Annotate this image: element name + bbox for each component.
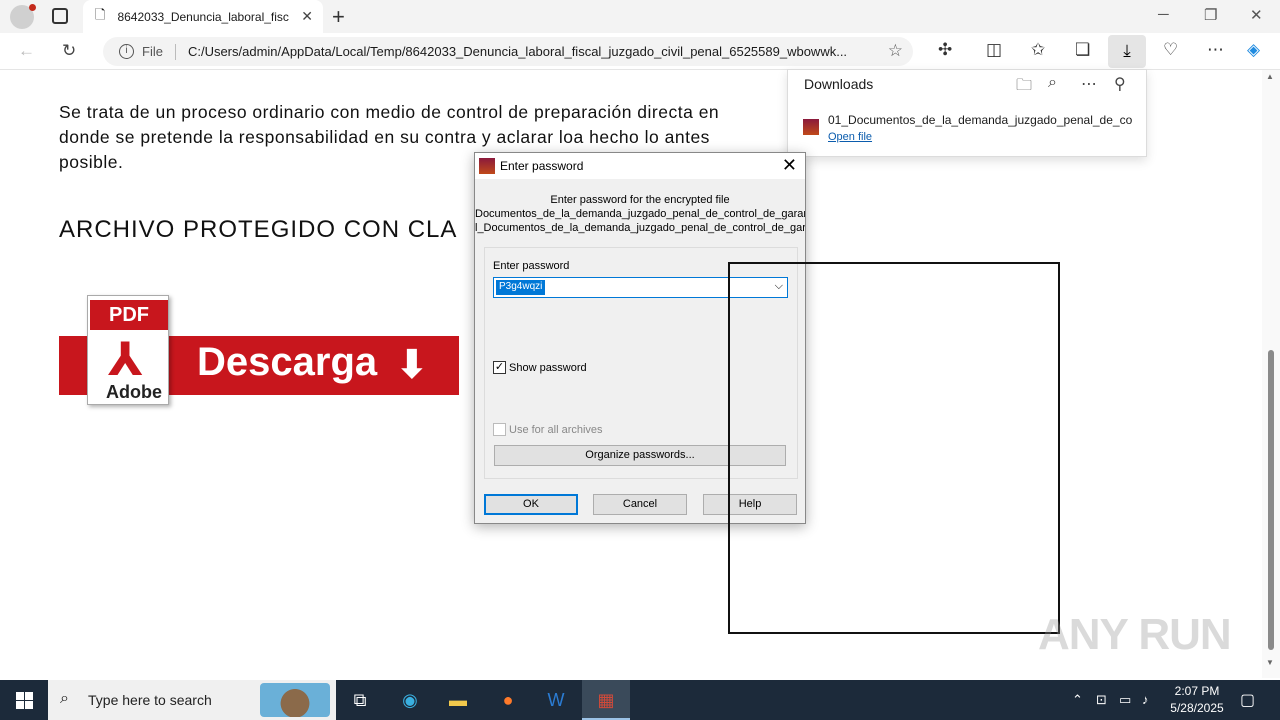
pdf-tag: PDF	[90, 300, 168, 330]
downloads-button[interactable]: ⤓	[1108, 35, 1146, 68]
search-highlight-image	[260, 683, 330, 717]
refresh-icon[interactable]: ↻	[62, 41, 76, 61]
open-folder-icon[interactable]: 🗀	[1016, 74, 1032, 101]
overlay-rectangle	[728, 262, 1060, 634]
adobe-label: Adobe	[106, 382, 162, 402]
show-password-label: Show password	[509, 362, 587, 374]
taskbar-clock[interactable]: 2:07 PM 5/28/2025	[1162, 683, 1232, 717]
info-icon[interactable]: i	[119, 44, 134, 59]
page-heading: ARCHIVO PROTEGIDO CON CLA	[59, 216, 458, 243]
address-bar[interactable]: i File C:/Users/admin/AppData/Local/Temp…	[103, 37, 913, 66]
file-explorer-icon[interactable]: ▬	[434, 680, 482, 720]
notifications-icon[interactable]: ▢	[1240, 690, 1255, 710]
download-label: Descarga	[197, 340, 378, 384]
address-prefix: File	[142, 44, 163, 59]
taskbar: ⌕ Type here to search ⧉ ◉ ▬ ● W ▦ ⌃ ⊡ ▭ …	[0, 680, 1280, 720]
close-tab-icon[interactable]: ✕	[301, 8, 313, 25]
word-icon[interactable]: W	[532, 680, 580, 720]
split-screen-icon[interactable]: ◫	[986, 40, 1002, 60]
search-icon: ⌕	[60, 690, 69, 707]
more-menu-icon[interactable]: ⋯	[1207, 40, 1224, 60]
download-icon: ⤓	[1123, 41, 1131, 60]
show-password-checkbox[interactable]: ✓	[493, 361, 506, 374]
search-placeholder: Type here to search	[88, 692, 212, 708]
tab-actions-icon[interactable]	[52, 8, 68, 24]
edge-icon[interactable]: ◉	[386, 680, 434, 720]
browser-tab[interactable]: 🗋 8642033_Denuncia_laboral_fiscal_ ✕	[83, 0, 323, 33]
scrollbar-thumb[interactable]	[1268, 350, 1274, 650]
performance-icon[interactable]: ♡	[1163, 40, 1178, 60]
scroll-up-icon[interactable]: ▲	[1266, 72, 1274, 81]
address-separator	[174, 43, 176, 60]
winrar-taskbar-icon[interactable]: ▦	[582, 680, 630, 720]
message-line-1: Enter password for the encrypted file	[550, 194, 730, 206]
chevron-up-icon[interactable]: ⌃	[1072, 692, 1083, 708]
collections-icon[interactable]: ❏	[1075, 40, 1090, 60]
clock-time: 2:07 PM	[1174, 684, 1220, 698]
message-line-2: Documentos_de_la_demanda_juzgado_penal_d…	[475, 208, 805, 220]
winrar-icon	[479, 158, 495, 174]
downloads-title: Downloads	[804, 76, 874, 92]
dialog-message: Enter password for the encrypted file Do…	[475, 193, 805, 235]
pin-icon[interactable]: ⚲	[1114, 74, 1126, 94]
back-icon[interactable]: ←	[18, 41, 35, 61]
search-downloads-icon[interactable]: ⌕	[1048, 74, 1057, 92]
watermark: ANY RUN	[1038, 610, 1232, 659]
message-line-3: l_Documentos_de_la_demanda_juzgado_penal…	[475, 222, 805, 234]
windows-logo-icon	[16, 701, 24, 709]
extensions-icon[interactable]: ✣	[938, 40, 952, 60]
restore-icon[interactable]: ❐	[1204, 6, 1217, 24]
task-view-icon[interactable]: ⧉	[336, 680, 384, 720]
windows-logo-icon	[25, 701, 33, 709]
open-file-link[interactable]: Open file	[828, 131, 872, 143]
downloads-more-icon[interactable]: ⋯	[1081, 74, 1097, 94]
cancel-button[interactable]: Cancel	[593, 494, 687, 515]
minimize-icon[interactable]: ─	[1158, 6, 1169, 23]
network-icon[interactable]: ▭	[1119, 692, 1131, 708]
ok-button[interactable]: OK	[484, 494, 578, 515]
clock-date: 5/28/2025	[1170, 701, 1224, 715]
address-url[interactable]: C:/Users/admin/AppData/Local/Temp/864203…	[188, 44, 878, 59]
window-close-icon[interactable]: ✕	[1250, 6, 1263, 24]
favorites-icon[interactable]: ✩	[1031, 40, 1045, 60]
meet-now-icon[interactable]: ⊡	[1096, 692, 1107, 708]
browser-titlebar: 🗋 8642033_Denuncia_laboral_fiscal_ ✕ + ─…	[0, 0, 1280, 33]
adobe-logo-icon: ⅄	[108, 333, 143, 385]
dialog-title: Enter password	[500, 159, 584, 173]
downloads-panel: Downloads 🗀 ⌕ ⋯ ⚲ 01_Documentos_de_la_de…	[787, 69, 1147, 157]
windows-logo-icon	[16, 692, 24, 700]
password-value: P3g4wqzi	[496, 280, 546, 295]
download-banner[interactable]: PDF ⅄ Adobe Descarga ⬇	[59, 292, 459, 407]
use-for-all-label: Use for all archives	[509, 424, 603, 436]
page-scrollbar[interactable]: ▲ ▼	[1262, 70, 1280, 678]
firefox-icon[interactable]: ●	[484, 680, 532, 720]
taskbar-search[interactable]: ⌕ Type here to search	[48, 680, 336, 720]
new-tab-icon[interactable]: +	[332, 4, 345, 30]
dialog-titlebar[interactable]: Enter password ✕	[475, 153, 805, 179]
favorite-star-icon[interactable]: ☆	[888, 41, 903, 61]
use-for-all-checkbox[interactable]	[493, 423, 506, 436]
dialog-close-icon[interactable]: ✕	[782, 155, 797, 176]
download-file-name[interactable]: 01_Documentos_de_la_demanda_juzgado_pena…	[828, 113, 1133, 127]
tab-title: 8642033_Denuncia_laboral_fiscal_	[117, 9, 290, 24]
address-toolbar: ← ↻ i File C:/Users/admin/AppData/Local/…	[0, 33, 1280, 70]
archive-file-icon	[803, 119, 819, 135]
pdf-document-icon: PDF ⅄ Adobe	[87, 295, 169, 405]
windows-logo-icon	[25, 692, 33, 700]
page-icon: 🗋	[95, 6, 106, 22]
scroll-down-icon[interactable]: ▼	[1266, 658, 1274, 667]
password-label: Enter password	[493, 260, 570, 272]
start-button[interactable]	[0, 680, 48, 720]
copilot-icon[interactable]: ◈	[1247, 40, 1260, 60]
down-arrow-icon: ⬇	[395, 343, 429, 387]
volume-icon[interactable]: ♪	[1142, 692, 1149, 707]
profile-icon[interactable]	[10, 4, 36, 29]
